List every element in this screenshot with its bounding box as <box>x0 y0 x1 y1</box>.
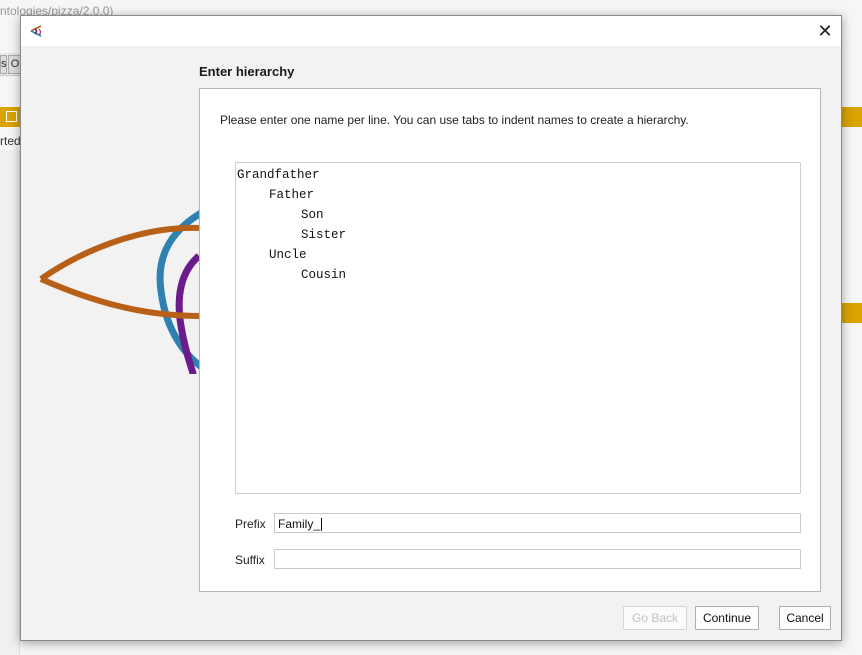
protege-logo-icon <box>30 25 42 37</box>
cancel-button[interactable]: Cancel <box>779 606 831 630</box>
background-left-column <box>0 150 20 655</box>
background-gold-bar-right <box>842 107 862 127</box>
continue-button[interactable]: Continue <box>695 606 759 630</box>
background-gold-bar-right-lower <box>842 303 862 323</box>
suffix-label: Suffix <box>235 553 265 567</box>
background-tab[interactable]: s <box>0 55 7 74</box>
suffix-field[interactable] <box>274 549 801 569</box>
dialog-titlebar: ✕ <box>21 16 841 46</box>
hierarchy-panel: Please enter one name per line. You can … <box>199 88 821 592</box>
hierarchy-line: Son <box>301 208 324 222</box>
background-status-text: rted <box>0 134 21 148</box>
prefix-field[interactable]: Family_ <box>274 513 801 533</box>
instructions-text: Please enter one name per line. You can … <box>220 113 689 127</box>
prefix-value: Family_ <box>278 517 321 531</box>
hierarchy-textarea[interactable]: Grandfather Father Son Sister Uncle Cous… <box>235 162 801 494</box>
close-icon[interactable]: ✕ <box>813 20 837 42</box>
prefix-label: Prefix <box>235 517 266 531</box>
hierarchy-line: Sister <box>301 228 347 242</box>
hierarchy-line: Grandfather <box>237 168 320 182</box>
text-caret <box>321 518 323 532</box>
section-title: Enter hierarchy <box>199 64 295 79</box>
background-gold-icon <box>6 111 17 122</box>
hierarchy-line: Uncle <box>269 248 307 262</box>
hierarchy-line: Father <box>269 188 315 202</box>
go-back-button[interactable]: Go Back <box>623 606 687 630</box>
hierarchy-line: Cousin <box>301 268 347 282</box>
create-hierarchy-dialog: ✕ Enter hierarchy Please enter one name … <box>20 15 842 641</box>
